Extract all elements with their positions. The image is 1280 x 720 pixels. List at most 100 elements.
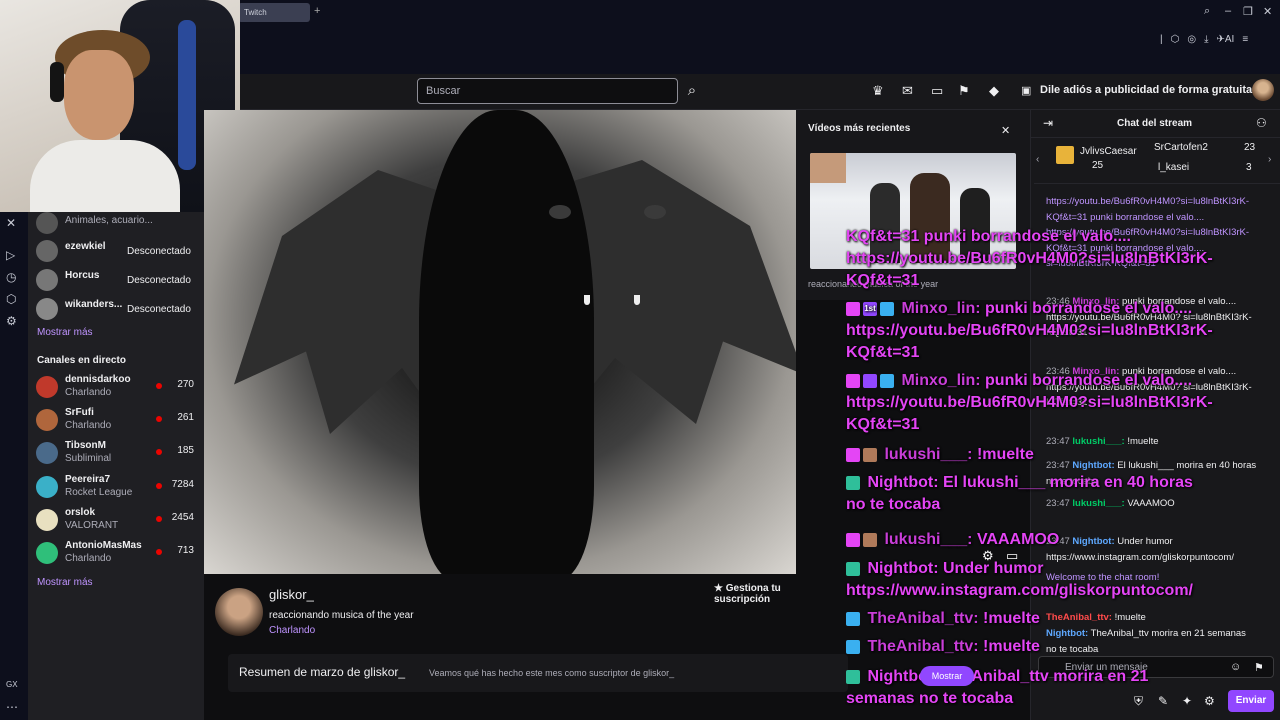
channel-name: SrFufi (65, 407, 94, 418)
gifter-name[interactable]: SrCartofen2 (1154, 142, 1208, 153)
channel-name: ezewkiel (65, 241, 106, 252)
gift-icon (1056, 146, 1074, 164)
overlay-username: Minxo_lin: (901, 300, 981, 317)
menu-icon[interactable]: ≡ (1242, 34, 1248, 45)
whispers-icon[interactable]: ▭ (931, 83, 943, 99)
minimize-icon[interactable]: – (1225, 5, 1231, 17)
show-more-followed[interactable]: Mostrar más (37, 327, 93, 338)
extension-row: | ⬡ ◎ ⤓ ✈AI ≡ (1160, 30, 1280, 48)
video-player[interactable] (204, 110, 796, 574)
avatar (36, 542, 58, 564)
channel-category: VALORANT (65, 520, 119, 531)
star-icon: ★ (714, 583, 726, 594)
search-button[interactable]: ⌕ (680, 78, 704, 104)
followed-channel[interactable]: ezewkiel Desconectado (36, 238, 198, 270)
adfree-link[interactable]: Dile adiós a publicidad de forma gratuit… (1040, 84, 1252, 96)
ai-icon[interactable]: ✈AI (1217, 34, 1235, 45)
channel-category: Subliminal (65, 453, 112, 464)
inbox-icon[interactable]: ✉ (902, 83, 913, 99)
camera-icon[interactable]: ◎ (1187, 34, 1196, 45)
thumb-facecam (810, 153, 846, 183)
manage-subscription-button[interactable]: ★ Gestiona tu suscripción (714, 583, 834, 605)
search-icon[interactable]: ⌕ (1204, 5, 1210, 18)
history-icon[interactable]: ◷ (6, 270, 16, 284)
show-more-pill[interactable]: Mostrar (920, 666, 974, 686)
live-channel[interactable]: dennisdarkoo Charlando 270 (36, 374, 198, 406)
close-icon[interactable]: ✕ (1263, 5, 1272, 18)
live-dot-icon (156, 516, 162, 522)
overlay-text: !muelte (983, 638, 1040, 655)
chat-message[interactable]: https://youtu.be/Bu6fR0vH4M0?si=lu8lnBtK… (1046, 194, 1258, 225)
viewer-count: 713 (177, 545, 194, 556)
overlay-text: El lukushi___ morira en 40 horas (942, 474, 1193, 491)
channel-name: orslok (65, 507, 96, 518)
cube-icon[interactable]: ⬡ (6, 292, 16, 306)
bits-icon[interactable]: ◆ (989, 83, 999, 99)
gifter-name[interactable]: l_kasei (1158, 162, 1189, 173)
community-icon[interactable]: ⚇ (1256, 116, 1267, 130)
ai-label: AI (1224, 33, 1235, 45)
close-icon[interactable]: ✕ (1001, 124, 1010, 137)
gifter-name[interactable]: JvlivsCaesar (1080, 146, 1137, 157)
badge-icon (846, 639, 860, 654)
overlay-username: Nightbot: (867, 560, 939, 577)
channel-category: Rocket League (65, 487, 133, 498)
cat-eye (549, 205, 571, 219)
search-input[interactable]: Buscar (417, 78, 678, 104)
new-tab-button[interactable]: + (314, 5, 320, 17)
avatar (36, 212, 58, 234)
collapse-chat-icon[interactable]: ⇥ (1043, 116, 1053, 130)
extension-icon[interactable]: ⬡ (1171, 34, 1180, 45)
overlay-text: !muelte (983, 610, 1040, 627)
first-badge-icon: 1st (863, 301, 877, 316)
restore-icon[interactable]: ❐ (1243, 5, 1253, 18)
translate-icon[interactable]: ⚑ (1254, 661, 1264, 674)
cat-fang (584, 295, 590, 305)
channel-name: Peereira7 (65, 474, 111, 485)
ad-icon: ▣ (1021, 85, 1032, 97)
stream-category[interactable]: Charlando (269, 625, 315, 636)
browser-tab[interactable]: Twitch (238, 3, 310, 22)
cat-eye (644, 205, 666, 219)
prev-arrow-icon[interactable]: ‹ (1036, 154, 1039, 165)
download-icon[interactable]: ⤓ (1204, 34, 1208, 45)
streamer-name[interactable]: gliskor_ (269, 587, 314, 602)
avatar (36, 269, 58, 291)
channel-name: TibsonM (65, 440, 106, 451)
streamer-avatar[interactable] (215, 588, 263, 636)
more-icon[interactable]: ⋯ (6, 700, 18, 714)
user-avatar[interactable] (1252, 79, 1274, 101)
live-channel[interactable]: SrFufi Charlando 261 (36, 407, 198, 439)
live-channel[interactable]: AntonioMasMas Charlando 713 (36, 540, 198, 572)
stream-title: reaccionando musica of the year (269, 610, 414, 621)
followed-channel[interactable]: wikanders... Desconectado (36, 296, 198, 328)
overlay-text: punki borrandose el valo.... (985, 372, 1193, 389)
channel-status: Desconectado (127, 246, 191, 257)
gifter-count: 3 (1246, 162, 1252, 173)
crown-icon[interactable]: ♛ (872, 83, 884, 99)
overlay-message: lukushi___: !muelte (846, 444, 1034, 466)
channel-name: AntonioMasMas (65, 540, 142, 551)
overlay-message: TheAnibal_ttv: !muelte (846, 608, 1040, 630)
play-icon[interactable]: ▷ (6, 248, 15, 262)
black-cat (419, 110, 594, 574)
live-channel[interactable]: Peereira7 Rocket League 7284 (36, 474, 198, 506)
avatar (36, 409, 58, 431)
translate-icon[interactable]: ⚑ (958, 83, 970, 99)
chat-title: Chat del stream (1117, 118, 1193, 129)
x-icon[interactable]: ✕ (6, 216, 16, 230)
overlay-line: semanas no te tocaba (846, 690, 1014, 707)
avatar (36, 240, 58, 262)
avatar (36, 376, 58, 398)
badge-icon (846, 447, 860, 462)
bot-badge-icon (846, 669, 860, 684)
show-more-live[interactable]: Mostrar más (37, 577, 93, 588)
badge-icon (863, 532, 877, 547)
live-dot-icon (156, 483, 162, 489)
live-channel[interactable]: TibsonM Subliminal 185 (36, 440, 198, 472)
followed-channel[interactable]: Horcus Desconectado (36, 267, 198, 299)
next-arrow-icon[interactable]: › (1268, 154, 1271, 165)
badge-icon (863, 447, 877, 462)
live-channel[interactable]: orslok VALORANT 2454 (36, 507, 198, 539)
settings-icon[interactable]: ⚙ (6, 314, 17, 328)
